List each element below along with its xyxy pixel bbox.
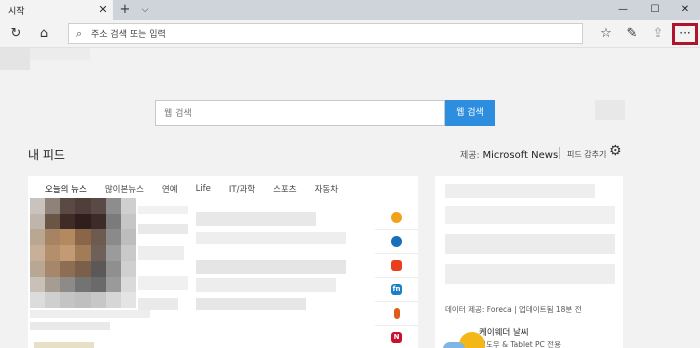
- tab-title: 시작: [8, 6, 25, 17]
- tab-entertainment[interactable]: 연예: [162, 183, 178, 195]
- channel-item[interactable]: fn: [375, 278, 418, 302]
- web-search-box[interactable]: [155, 100, 445, 126]
- tab-start[interactable]: 시작 ✕: [0, 0, 113, 20]
- blurred-area: [445, 184, 615, 294]
- search-icon: ⌕: [75, 26, 83, 40]
- channel-item[interactable]: [375, 230, 418, 254]
- channel-logo-icon: [391, 212, 402, 223]
- channel-logo-icon: fn: [391, 284, 402, 295]
- weather-panel: 데이터 제공: Foreca | 업데이트됨 18분 전 케이웨더 날씨 윈도우…: [435, 176, 623, 348]
- favorites-icon[interactable]: ☆: [596, 24, 616, 44]
- cloud-icon: [443, 342, 465, 348]
- channel-item[interactable]: [375, 206, 418, 230]
- channel-logo-icon: N: [391, 332, 402, 343]
- share-icon[interactable]: ⇪: [648, 24, 668, 44]
- pen-icon[interactable]: ✎: [622, 24, 642, 44]
- blurred-area: [196, 212, 346, 312]
- more-options-button[interactable]: ···: [672, 23, 698, 45]
- tab-close-icon[interactable]: ✕: [96, 0, 110, 20]
- address-bar[interactable]: ⌕ 주소 검색 또는 입력: [68, 23, 583, 44]
- provider-name: Microsoft News: [482, 150, 559, 161]
- tab-it-science[interactable]: IT/과학: [229, 183, 255, 195]
- tab-most-read[interactable]: 많이본뉴스: [105, 183, 144, 195]
- refresh-icon[interactable]: ↻: [6, 24, 26, 44]
- maximize-button[interactable]: ☐: [640, 0, 670, 20]
- blurred-area: [138, 206, 188, 316]
- weather-source: 데이터 제공: Foreca | 업데이트됨 18분 전: [445, 305, 582, 314]
- channel-logo-icon: [391, 260, 402, 271]
- web-search-button[interactable]: 웹 검색: [445, 100, 495, 126]
- divider: [559, 147, 560, 159]
- feed-provider: 제공: Microsoft News: [460, 148, 558, 161]
- article-image[interactable]: [30, 198, 136, 308]
- channel-item[interactable]: N: [375, 326, 418, 348]
- minimize-button[interactable]: —: [608, 0, 638, 20]
- home-icon[interactable]: ⌂: [34, 24, 54, 44]
- channel-logo-icon: [393, 308, 400, 319]
- channel-item[interactable]: [375, 302, 418, 326]
- blurred-area: [30, 48, 90, 60]
- close-window-button[interactable]: ✕: [670, 0, 700, 20]
- blurred-area: [0, 48, 30, 70]
- toolbar: ↻ ⌂ ⌕ 주소 검색 또는 입력 ☆ ✎ ⇪ ···: [0, 20, 700, 48]
- channel-logo-icon: [391, 236, 402, 247]
- gear-icon[interactable]: ⚙: [609, 143, 622, 159]
- blurred-area: [595, 100, 625, 120]
- tab-life[interactable]: Life: [196, 184, 211, 194]
- tab-sports[interactable]: 스포츠: [273, 183, 296, 195]
- blurred-area: [30, 310, 170, 330]
- hide-feed-link[interactable]: 피드 감추기: [567, 149, 606, 160]
- web-search-input[interactable]: [156, 102, 444, 126]
- channel-item[interactable]: [375, 254, 418, 278]
- title-bar: 시작 ✕ + ⌵ — ☐ ✕: [0, 0, 700, 20]
- blurred-area: [34, 342, 94, 348]
- provider-prefix: 제공:: [460, 151, 480, 161]
- weather-title[interactable]: 케이웨더 날씨: [479, 326, 529, 338]
- tab-cars[interactable]: 자동차: [315, 183, 338, 195]
- feed-title: 내 피드: [28, 148, 65, 162]
- address-input[interactable]: 주소 검색 또는 입력: [91, 27, 166, 40]
- news-feed-panel: 오늘의 뉴스 많이본뉴스 연예 Life IT/과학 스포츠 자동차 fn N: [28, 176, 418, 348]
- channel-list: fn N: [375, 206, 418, 348]
- weather-subtitle: 윈도우 & Tablet PC 전용: [479, 340, 561, 348]
- new-tab-button[interactable]: +: [117, 0, 133, 20]
- chevron-down-icon[interactable]: ⌵: [137, 0, 153, 20]
